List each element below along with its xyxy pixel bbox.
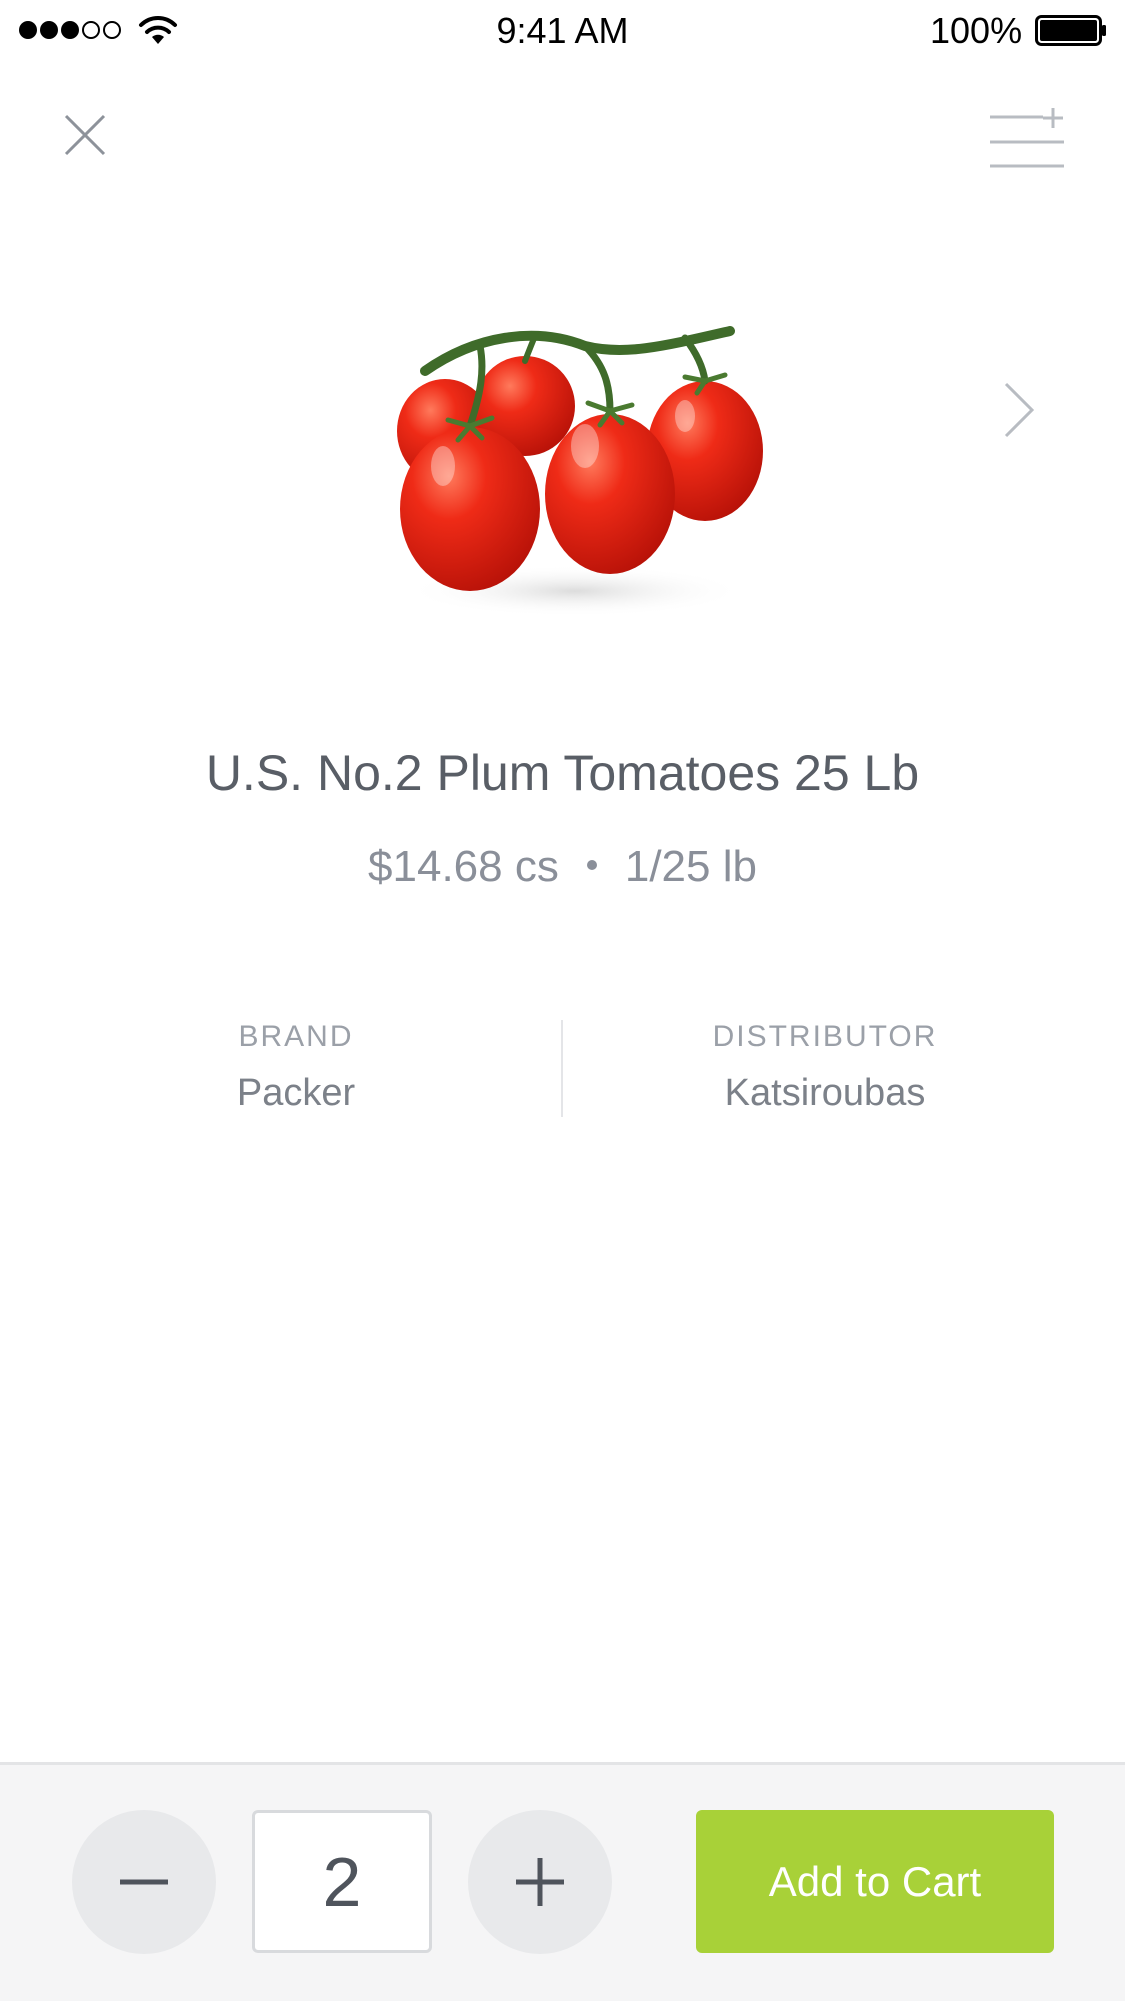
separator-dot: [586, 860, 597, 871]
distributor-label: DISTRIBUTOR: [712, 1020, 938, 1053]
add-to-list-icon: [990, 108, 1064, 168]
distributor-value: Katsiroubas: [724, 1072, 926, 1114]
brand-section: BRAND Packer: [106, 1020, 486, 1115]
battery-percentage: 100%: [930, 10, 1023, 51]
close-icon: [64, 114, 106, 156]
distributor-section: DISTRIBUTOR Katsiroubas: [635, 1020, 1015, 1115]
plus-icon: [516, 1858, 564, 1906]
minus-icon: [120, 1879, 168, 1885]
price-line: $14.68 cs 1/25 lb: [0, 842, 1125, 892]
product-price: $14.68 cs: [368, 842, 559, 891]
meta-divider: [561, 1020, 563, 1117]
product-title: U.S. No.2 Plum Tomatoes 25 Lb: [205, 745, 920, 801]
add-to-cart-button[interactable]: Add to Cart: [696, 1810, 1054, 1953]
battery-icon: [1035, 15, 1106, 46]
add-to-list-button[interactable]: [985, 106, 1069, 172]
quantity-input[interactable]: [252, 1810, 432, 1953]
brand-label: BRAND: [238, 1020, 354, 1053]
increase-quantity-button[interactable]: [468, 1810, 612, 1954]
chevron-right-icon: [1004, 382, 1035, 438]
close-button[interactable]: [56, 106, 120, 170]
pack-size: 1/25 lb: [624, 842, 757, 891]
product-image: [397, 326, 763, 617]
decrease-quantity-button[interactable]: [72, 1810, 216, 1954]
brand-value: Packer: [236, 1072, 356, 1114]
next-image-button[interactable]: [998, 380, 1042, 440]
status-bar: 9:41 AM 100%: [0, 0, 1125, 64]
